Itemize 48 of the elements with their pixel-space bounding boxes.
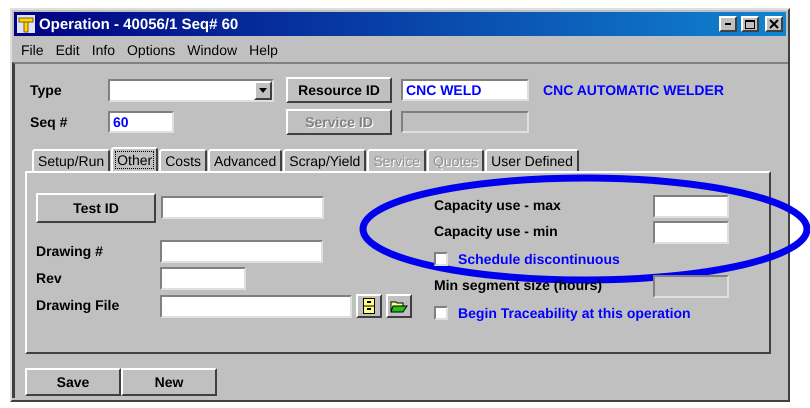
field-label: Drawing File — [36, 297, 120, 313]
save-button[interactable]: Save — [25, 368, 121, 396]
maximize-button[interactable] — [741, 16, 759, 32]
seq-field[interactable]: 60 — [108, 111, 174, 133]
new-button[interactable]: New — [121, 368, 217, 396]
menu-item[interactable]: File — [16, 40, 49, 60]
window-title: Operation - 40056/1 Seq# 60 — [39, 16, 240, 32]
field-label: Drawing # — [36, 242, 103, 258]
menu-item[interactable]: Edit — [50, 40, 85, 60]
input-field[interactable] — [160, 240, 323, 263]
test-id-field[interactable] — [161, 196, 324, 219]
hammer-icon — [17, 15, 35, 33]
menu-item[interactable]: Info — [86, 40, 120, 60]
type-dropdown[interactable] — [108, 78, 274, 102]
field-label: Type — [30, 82, 63, 98]
checkbox-label: Schedule discontinuous — [458, 251, 620, 267]
close-button[interactable] — [765, 16, 783, 32]
input-field[interactable] — [653, 220, 729, 244]
resource-id-field[interactable]: CNC WELD — [401, 79, 529, 101]
menu-item[interactable]: Options — [122, 40, 180, 60]
tab[interactable]: Advanced — [208, 149, 282, 171]
input-field[interactable] — [160, 267, 246, 290]
maximize-icon — [745, 20, 755, 28]
input-field[interactable] — [653, 194, 729, 218]
checkbox[interactable] — [434, 306, 448, 320]
menu-item[interactable]: Help — [244, 40, 283, 60]
minimize-icon — [725, 23, 731, 25]
resource-description: CNC AUTOMATIC WELDER — [542, 82, 725, 98]
service-id-field[interactable] — [401, 111, 529, 133]
tab[interactable]: Other — [111, 147, 158, 171]
test-id-button[interactable]: Test ID — [36, 193, 156, 223]
resource-id-button[interactable]: Resource ID — [286, 77, 392, 103]
tab[interactable]: Scrap/Yield — [283, 149, 366, 171]
field-label: Capacity use - min — [434, 223, 558, 239]
tab[interactable]: User Defined — [485, 149, 579, 171]
input-field[interactable] — [160, 294, 352, 318]
checkbox[interactable] — [434, 252, 448, 266]
checkbox-label: Begin Traceability at this operation — [458, 305, 691, 321]
file-cabinet-icon[interactable] — [356, 294, 382, 318]
minimize-button[interactable] — [719, 16, 737, 32]
close-icon — [769, 19, 779, 29]
tab[interactable]: Costs — [159, 149, 207, 171]
folder-icon[interactable] — [386, 294, 412, 318]
field-label: Seq # — [30, 114, 68, 130]
field-label: Rev — [36, 270, 62, 286]
menu-item[interactable]: Window — [182, 40, 242, 60]
field-label: Capacity use - max — [434, 197, 561, 213]
tab[interactable]: Setup/Run — [32, 149, 110, 171]
